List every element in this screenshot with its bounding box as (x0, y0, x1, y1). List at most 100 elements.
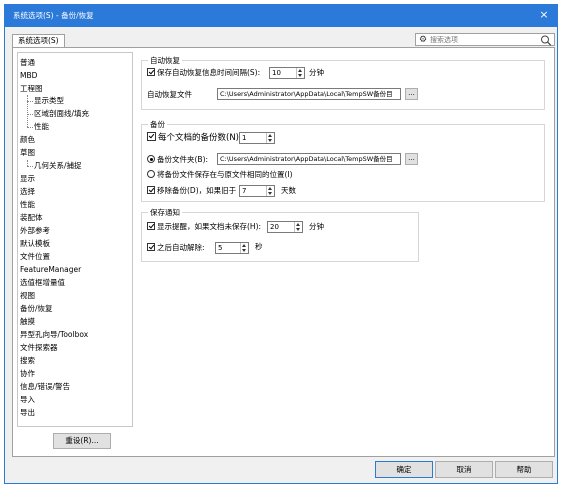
tree-branch-line (27, 127, 33, 128)
spinner-arrows[interactable] (240, 243, 248, 253)
spinner-up-icon[interactable] (242, 244, 246, 247)
tree-item-colors[interactable]: 颜色 (20, 134, 35, 146)
autorecover-file-label: 自动恢复文件 (147, 90, 192, 99)
tree-item-assemblies[interactable]: 装配体 (20, 212, 43, 224)
spinner-up-icon[interactable] (296, 223, 300, 226)
save-notify-remind-value[interactable]: 20 (270, 222, 279, 232)
tree-item-search[interactable]: 搜索 (20, 355, 35, 367)
tree-item-file-locations[interactable]: 文件位置 (20, 251, 50, 263)
reset-button[interactable]: 重设(R)... (53, 433, 111, 449)
backup-delete-spinner[interactable]: 7 (239, 185, 275, 197)
tree-item-messages-errors-warnings[interactable]: 信息/错误/警告 (20, 381, 70, 393)
tree-item-export[interactable]: 导出 (20, 407, 35, 419)
options-tree: 普通 MBD 工程图 显示类型 区域剖面线/填充 性能 颜色 草图 几何关系/捕… (17, 52, 133, 427)
backup-folder-radio[interactable] (147, 155, 155, 163)
save-notify-dismiss-unit: 秒 (255, 242, 263, 251)
search-input[interactable] (430, 35, 534, 45)
search-box: ⚙ (415, 33, 555, 46)
backup-folder-browse-button[interactable]: ... (405, 153, 418, 165)
search-icon[interactable] (540, 35, 552, 46)
tree-item-drawing-performance[interactable]: 性能 (34, 121, 49, 133)
tree-item-display[interactable]: 显示 (20, 173, 35, 185)
tab-system-options[interactable]: 系统选项(S) (12, 34, 65, 47)
system-options-dialog: 系统选项(S) - 备份/恢复 × 系统选项(S) ⚙ 普通 MBD 工程图 显… (4, 4, 558, 484)
save-notify-dismiss-spinner[interactable]: 5 (215, 242, 249, 254)
autorecover-group-title: 自动恢复 (148, 56, 182, 66)
spinner-arrows[interactable] (266, 186, 274, 196)
cancel-button[interactable]: 取消 (435, 461, 493, 478)
tree-branch-line (27, 114, 33, 115)
save-notify-dismiss-value[interactable]: 5 (218, 243, 222, 253)
backup-folder-option[interactable]: 备份文件夹(B): (147, 154, 208, 166)
autorecover-interval-spinner[interactable]: 10 (269, 67, 305, 79)
tree-item-collaboration[interactable]: 协作 (20, 368, 35, 380)
tree-item-mbd[interactable]: MBD (20, 70, 37, 82)
autorecover-interval-value[interactable]: 10 (272, 68, 281, 78)
tree-item-hole-wizard-toolbox[interactable]: 异型孔向导/Toolbox (20, 329, 88, 341)
save-notify-remind-spinner[interactable]: 20 (267, 221, 303, 233)
tree-item-performance[interactable]: 性能 (20, 199, 35, 211)
tree-item-external-references[interactable]: 外部参考 (20, 225, 50, 237)
autorecover-file-path-field[interactable]: C:\Users\Administrator\AppData\Local\Tem… (217, 88, 401, 100)
tree-item-spin-box-increments[interactable]: 选值框增量值 (20, 277, 65, 289)
autorecover-save-info-label: 保存自动恢复信息时间间隔(S): (157, 68, 261, 77)
backup-recover-settings: 自动恢复 保存自动恢复信息时间间隔(S): 10 分钟 自动恢复文件 C:\Us… (137, 52, 549, 452)
title-bar[interactable]: 系统选项(S) - 备份/恢复 × (5, 5, 557, 27)
backup-group-title: 备份 (148, 120, 167, 130)
tree-item-view[interactable]: 视图 (20, 290, 35, 302)
close-icon[interactable]: × (537, 8, 551, 22)
autorecover-save-info-option[interactable]: 保存自动恢复信息时间间隔(S): (147, 67, 260, 79)
tree-branch-line (27, 166, 33, 167)
tree-branch-line (27, 95, 28, 127)
spinner-arrows[interactable] (266, 133, 274, 143)
backup-same-location-radio[interactable] (147, 170, 155, 178)
help-button[interactable]: 帮助 (495, 461, 553, 478)
spinner-down-icon[interactable] (268, 192, 272, 195)
backup-delete-option[interactable]: 移除备份(D)，如果旧于 (147, 185, 236, 197)
tree-item-relations-snaps[interactable]: 几何关系/捕捉 (34, 160, 82, 172)
autorecover-interval-unit: 分钟 (309, 68, 324, 77)
spinner-down-icon[interactable] (298, 74, 302, 77)
save-notify-group: 保存通知 (141, 208, 419, 262)
tree-item-sketch[interactable]: 草图 (20, 147, 35, 159)
backup-folder-path-field[interactable]: C:\Users\Administrator\AppData\Local\Tem… (217, 153, 401, 165)
spinner-up-icon[interactable] (268, 187, 272, 190)
spinner-arrows[interactable] (294, 222, 302, 232)
tree-item-backup-recover[interactable]: 备份/恢复 (20, 303, 53, 315)
backup-delete-checkbox[interactable] (147, 186, 155, 194)
backup-delete-label: 移除备份(D)，如果旧于 (157, 186, 237, 195)
tree-item-file-explorer[interactable]: 文件探索器 (20, 342, 58, 354)
autorecover-checkbox[interactable] (147, 68, 155, 76)
tree-item-touch[interactable]: 触摸 (20, 316, 35, 328)
backup-same-location-option[interactable]: 将备份文件保存在与原文件相同的位置(I) (147, 169, 293, 181)
tree-item-default-templates[interactable]: 默认模板 (20, 238, 50, 250)
save-notify-remind-checkbox[interactable] (147, 222, 155, 230)
backup-delete-unit: 天数 (281, 186, 296, 195)
spinner-up-icon[interactable] (268, 134, 272, 137)
save-notify-remind-option[interactable]: 显示提醒，如果文档未保存(H): (147, 221, 261, 233)
save-notify-dismiss-option[interactable]: 之后自动解除: (147, 242, 205, 254)
backup-folder-label: 备份文件夹(B): (157, 155, 209, 164)
spinner-down-icon[interactable] (296, 228, 300, 231)
tree-item-display-style[interactable]: 显示类型 (34, 95, 64, 107)
backup-copies-checkbox[interactable] (147, 132, 156, 141)
gear-icon[interactable]: ⚙ (419, 34, 427, 46)
tree-item-area-hatch[interactable]: 区域剖面线/填充 (34, 108, 89, 120)
save-notify-dismiss-checkbox[interactable] (147, 243, 155, 251)
backup-copies-spinner[interactable]: 1 (239, 132, 275, 144)
autorecover-browse-button[interactable]: ... (405, 88, 418, 100)
ok-button[interactable]: 确定 (375, 461, 433, 478)
backup-delete-value[interactable]: 7 (242, 186, 246, 196)
save-notify-group-title: 保存通知 (148, 208, 182, 218)
tree-item-general[interactable]: 普通 (20, 57, 35, 69)
backup-copies-option: 每个文档的备份数(N): (147, 132, 242, 144)
tree-item-drawings[interactable]: 工程图 (20, 83, 43, 95)
spinner-arrows[interactable] (296, 68, 304, 78)
spinner-up-icon[interactable] (298, 69, 302, 72)
backup-copies-value[interactable]: 1 (242, 133, 246, 143)
spinner-down-icon[interactable] (242, 249, 246, 252)
tree-item-selection[interactable]: 选择 (20, 186, 35, 198)
tree-item-import[interactable]: 导入 (20, 394, 35, 406)
tree-item-featuremanager[interactable]: FeatureManager (20, 264, 81, 276)
spinner-down-icon[interactable] (268, 139, 272, 142)
